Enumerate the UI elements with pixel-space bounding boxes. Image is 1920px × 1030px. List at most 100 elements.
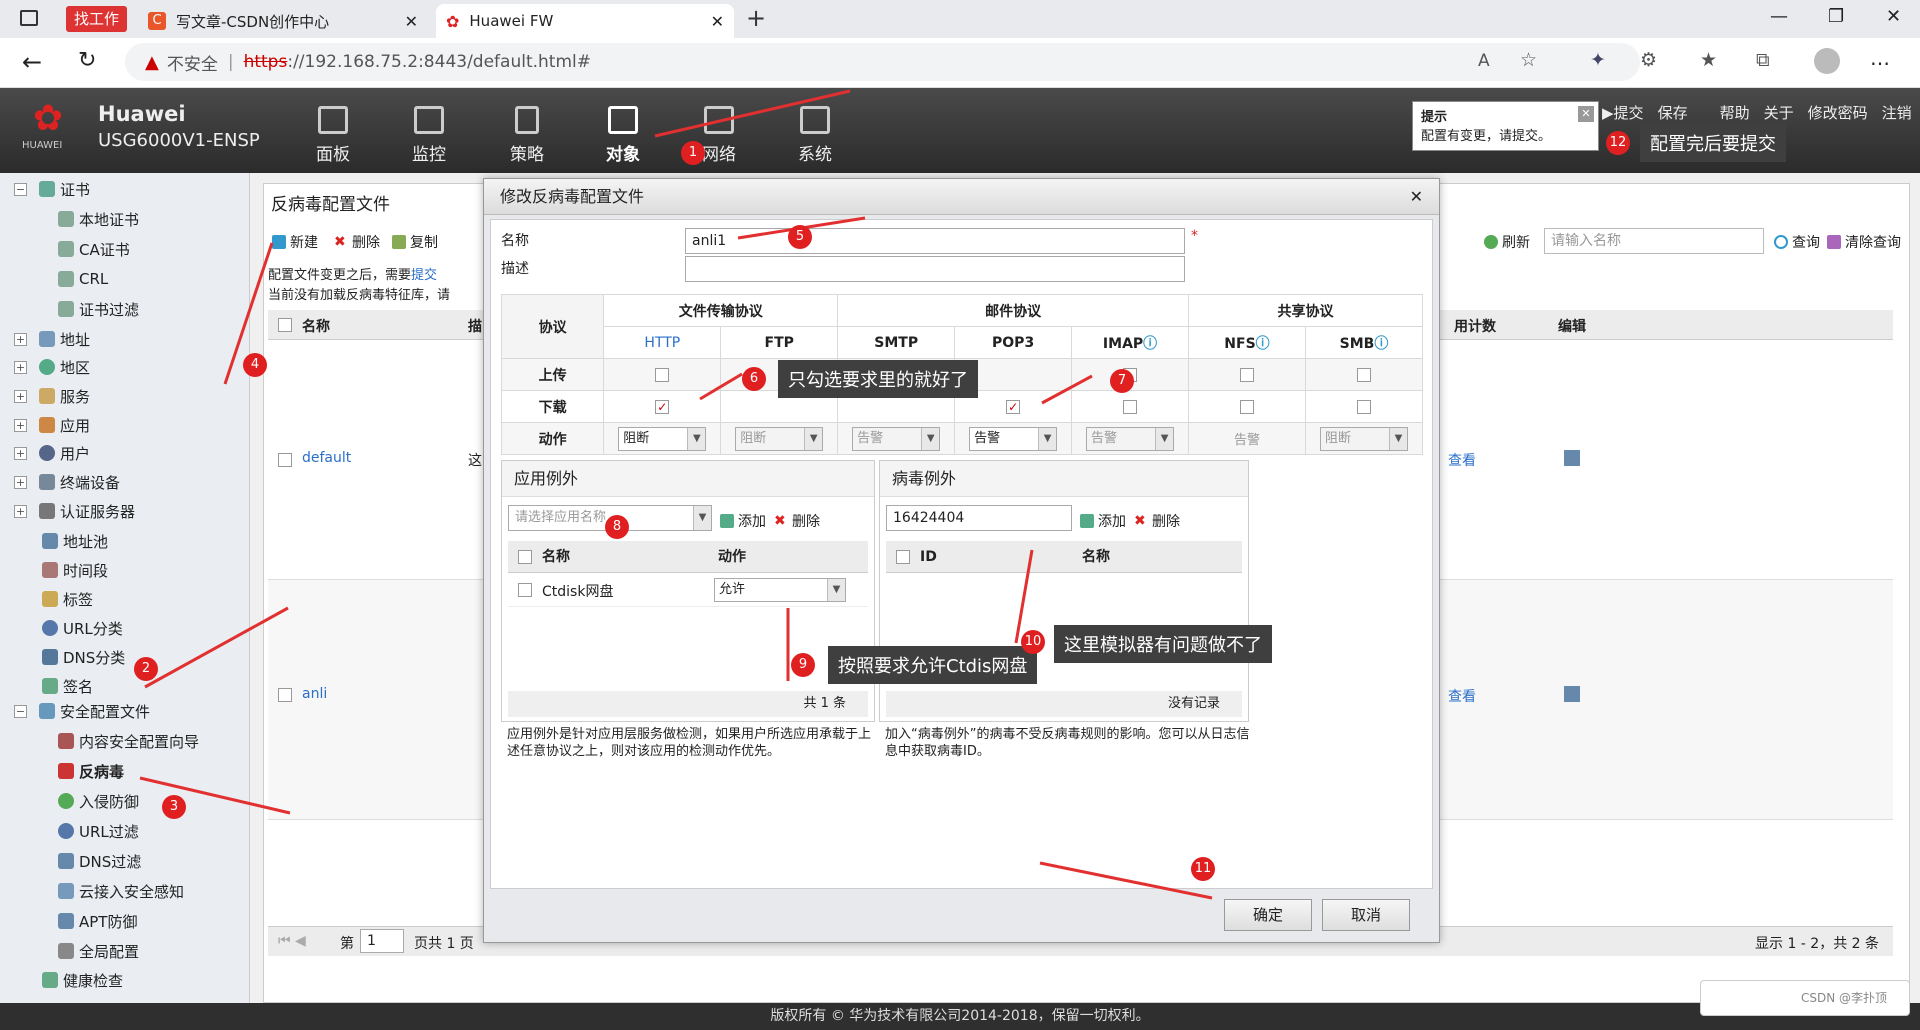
- sidebar-item-service[interactable]: + 服务: [14, 384, 90, 408]
- submit-link[interactable]: ▶提交: [1602, 102, 1644, 123]
- tab-group-label[interactable]: 找工作: [66, 6, 128, 32]
- download-imap-checkbox[interactable]: [1123, 399, 1138, 414]
- refresh-button[interactable]: 刷新: [1484, 232, 1530, 252]
- sidebar-item-auth-server[interactable]: + 认证服务器: [14, 499, 135, 523]
- action-imap-select[interactable]: 告警 ▼: [1086, 426, 1175, 451]
- sidebar-item-terminal[interactable]: + 终端设备: [14, 470, 120, 494]
- about-link[interactable]: 关于: [1764, 102, 1794, 123]
- sidebar-item-app[interactable]: + 应用: [14, 413, 90, 437]
- nav-monitor[interactable]: 监控: [394, 106, 464, 165]
- download-smb-checkbox[interactable]: [1356, 399, 1371, 414]
- read-aloud-icon[interactable]: A: [1478, 51, 1490, 71]
- favorite-icon[interactable]: ☆: [1520, 49, 1537, 71]
- new-button[interactable]: 新建: [272, 232, 318, 252]
- action-ftp-select[interactable]: 阻断 ▼: [735, 426, 824, 451]
- expand-icon[interactable]: +: [14, 389, 27, 403]
- action-smb-select[interactable]: 阻断 ▼: [1319, 426, 1408, 451]
- tab-huawei[interactable]: ✿ Huawei FW ✕: [436, 4, 734, 38]
- sidebar-item-ca-cert[interactable]: CA证书: [58, 237, 130, 261]
- minimize-icon[interactable]: —: [1770, 6, 1788, 27]
- download-nfs-checkbox[interactable]: [1239, 399, 1254, 414]
- change-password-link[interactable]: 修改密码: [1808, 102, 1868, 123]
- back-icon[interactable]: ←: [22, 48, 42, 76]
- sidebar-item-antivirus[interactable]: 反病毒: [58, 759, 124, 783]
- sidebar-item-region[interactable]: + 地区: [14, 355, 90, 379]
- tab-csdn[interactable]: C 写文章-CSDN创作中心 ✕: [138, 4, 428, 38]
- expand-icon[interactable]: +: [14, 418, 27, 432]
- action-pop3-select[interactable]: 告警 ▼: [969, 426, 1058, 451]
- select-all-checkbox[interactable]: [896, 550, 910, 564]
- sidebar-item-cloud-access[interactable]: 云接入安全感知: [58, 879, 184, 903]
- ok-button[interactable]: 确定: [1224, 899, 1312, 931]
- upload-smb-checkbox[interactable]: [1356, 367, 1371, 382]
- sidebar-item-url-category[interactable]: URL分类: [42, 616, 123, 640]
- sidebar-item-url-filter[interactable]: URL过滤: [58, 819, 139, 843]
- save-link[interactable]: 保存: [1658, 102, 1688, 123]
- favorites-icon[interactable]: ★: [1700, 49, 1717, 71]
- url-field[interactable]: ▲ 不安全 | https ://192.168.75.2:8443/defau…: [125, 43, 1640, 81]
- search-input[interactable]: 请输入名称: [1544, 228, 1764, 254]
- virus-add-button[interactable]: 添加: [1080, 511, 1126, 531]
- delete-button[interactable]: ✖ 删除: [334, 232, 380, 252]
- sidebar-item-local-cert[interactable]: 本地证书: [58, 207, 139, 231]
- app-delete-button[interactable]: ✖ 删除: [774, 511, 820, 531]
- first-page-icon[interactable]: ⏮ ◀: [278, 933, 306, 949]
- sidebar-item-ips[interactable]: 入侵防御: [58, 789, 139, 813]
- sidebar-item-user[interactable]: + 用户: [14, 441, 90, 465]
- sidebar-item-apt[interactable]: APT防御: [58, 909, 137, 933]
- sidebar-item-dns-category[interactable]: DNS分类: [42, 645, 125, 669]
- copy-button[interactable]: 复制: [392, 232, 438, 252]
- sidebar-item-address-pool[interactable]: 地址池: [42, 529, 108, 553]
- tab-actions-icon[interactable]: [20, 10, 38, 26]
- close-icon[interactable]: ✕: [405, 12, 418, 31]
- sidebar-item-crl[interactable]: CRL: [58, 267, 108, 291]
- edit-icon[interactable]: [1564, 686, 1580, 702]
- sidebar-item-time-range[interactable]: 时间段: [42, 558, 108, 582]
- expand-icon[interactable]: +: [14, 475, 27, 489]
- extension-icon[interactable]: ✦: [1590, 49, 1606, 71]
- sidebar-item-tag[interactable]: 标签: [42, 587, 93, 611]
- desc-field[interactable]: [685, 256, 1185, 282]
- expand-icon[interactable]: +: [14, 446, 27, 460]
- sidebar-item-dns-filter[interactable]: DNS过滤: [58, 849, 141, 873]
- edit-icon[interactable]: [1564, 450, 1580, 466]
- reload-icon[interactable]: ↻: [78, 48, 96, 73]
- nav-panel[interactable]: 面板: [298, 106, 368, 165]
- sidebar-item-cert-filter[interactable]: 证书过滤: [58, 297, 139, 321]
- sidebar-item-security-profile[interactable]: − 安全配置文件: [14, 699, 150, 723]
- page-input[interactable]: 1: [360, 929, 404, 953]
- sidebar-item-cert[interactable]: − 证书: [14, 177, 90, 201]
- download-http-checkbox[interactable]: ✓: [655, 399, 670, 414]
- nav-system[interactable]: 系统: [780, 106, 850, 165]
- action-http-select[interactable]: 阻断 ▼: [618, 426, 707, 451]
- puzzle-icon[interactable]: ⚙: [1640, 49, 1657, 71]
- query-button[interactable]: 查询: [1774, 232, 1820, 252]
- close-icon[interactable]: ✕: [1410, 179, 1423, 215]
- help-link[interactable]: 帮助: [1720, 102, 1750, 123]
- row-checkbox[interactable]: [518, 583, 532, 597]
- virus-delete-button[interactable]: ✖ 删除: [1134, 511, 1180, 531]
- expand-icon[interactable]: +: [14, 332, 27, 346]
- help-icon[interactable]: ⓘ: [1256, 336, 1270, 352]
- new-tab-icon[interactable]: +: [746, 4, 766, 32]
- app-add-button[interactable]: 添加: [720, 511, 766, 531]
- close-icon[interactable]: ✕: [711, 12, 724, 31]
- sidebar-item-global-config[interactable]: 全局配置: [58, 939, 139, 963]
- download-pop3-checkbox[interactable]: ✓: [1006, 399, 1021, 414]
- sidebar-item-content-wizard[interactable]: 内容安全配置向导: [58, 729, 199, 753]
- more-icon[interactable]: …: [1870, 46, 1890, 70]
- upload-http-checkbox[interactable]: [655, 367, 670, 382]
- help-icon[interactable]: ⓘ: [1143, 336, 1157, 352]
- nav-policy[interactable]: 策略: [492, 106, 562, 165]
- avatar[interactable]: [1814, 48, 1840, 74]
- action-smtp-select[interactable]: 告警 ▼: [852, 426, 941, 451]
- close-icon[interactable]: ✕: [1578, 106, 1594, 122]
- collapse-icon[interactable]: −: [14, 704, 27, 718]
- expand-icon[interactable]: +: [14, 504, 27, 518]
- row-checkbox[interactable]: [278, 453, 292, 467]
- app-action-select[interactable]: 允许 ▼: [714, 578, 846, 602]
- help-icon[interactable]: ⓘ: [1374, 336, 1388, 352]
- logout-link[interactable]: 注销: [1882, 102, 1912, 123]
- clear-query-button[interactable]: 清除查询: [1827, 232, 1901, 252]
- virus-id-input[interactable]: 16424404: [886, 505, 1072, 531]
